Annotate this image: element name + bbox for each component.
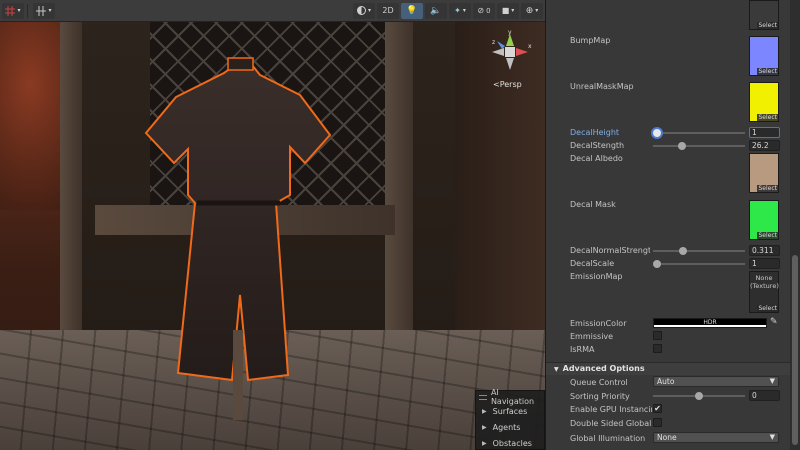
speaker-icon: 🔈 xyxy=(430,5,442,16)
emission-map-label: EmissionMap xyxy=(570,272,623,281)
decal-normal-strength-slider[interactable] xyxy=(653,246,745,256)
eye-slash-icon: ⊘ xyxy=(477,6,485,15)
camera-settings-button[interactable]: ■ ▾ xyxy=(497,2,519,19)
ai-nav-item-label: Surfaces xyxy=(492,406,528,416)
ai-nav-item-obstacles[interactable]: ▶ Obstacles xyxy=(476,435,544,450)
scrollbar-thumb[interactable] xyxy=(792,255,798,445)
mannequin-stand xyxy=(233,330,243,420)
bumpmap-label: BumpMap xyxy=(570,36,611,45)
wood-post-right xyxy=(385,0,413,340)
effects-icon: ✦ xyxy=(454,6,461,15)
select-button[interactable]: Select xyxy=(757,305,778,312)
sorting-priority-label: Sorting Priority xyxy=(570,392,630,401)
select-button[interactable]: Select xyxy=(757,22,778,29)
wood-post-left xyxy=(60,0,82,340)
inspector-scrollbar[interactable] xyxy=(790,0,800,450)
grid-lines-icon xyxy=(36,5,47,16)
decal-normal-strength-field[interactable]: 0.311 xyxy=(749,245,780,256)
unreal-mask-map-texture-slot[interactable]: Select xyxy=(749,82,779,122)
emission-color-label: EmissionColor xyxy=(570,319,627,328)
decal-albedo-texture-slot[interactable]: Select xyxy=(749,153,779,193)
grid-snap-button[interactable]: ▾ xyxy=(2,2,24,19)
gizmo-globe-icon: ⊕ xyxy=(525,5,534,16)
scene-view[interactable]: y x z <Persp ▾ ▾ ▾ 2D 💡 🔈 ✦ ▾ ⊘ 0 ■ ▾ ⊕ … xyxy=(0,0,545,450)
drag-handle-icon[interactable] xyxy=(479,394,487,400)
is-rma-label: IsRMA xyxy=(570,345,595,354)
scene-toolbar: ▾ ▾ ▾ 2D 💡 🔈 ✦ ▾ ⊘ 0 ■ ▾ ⊕ ▾ xyxy=(0,0,545,22)
queue-control-label: Queue Control xyxy=(570,378,628,387)
decal-strength-slider[interactable] xyxy=(653,141,745,151)
persp-toggle[interactable]: <Persp xyxy=(493,80,522,89)
scene-visibility-button[interactable]: ⊘ 0 xyxy=(473,2,495,19)
global-illumination-value: None xyxy=(657,433,677,442)
emission-map-slot-none: None xyxy=(755,274,773,282)
camera-icon: ■ xyxy=(501,6,510,15)
decal-strength-label: DecalStength xyxy=(570,141,625,150)
gizmo-y-label: y xyxy=(508,29,512,36)
advanced-options-header[interactable]: ▼ Advanced Options xyxy=(546,362,791,375)
select-button[interactable]: Select xyxy=(757,232,778,239)
queue-control-dropdown[interactable]: Auto ▼ xyxy=(653,376,779,387)
gizmo-z-label: z xyxy=(492,39,495,46)
decal-strength-field[interactable]: 26.2 xyxy=(749,140,780,151)
unreal-mask-map-label: UnrealMaskMap xyxy=(570,82,634,91)
advanced-options-title: Advanced Options xyxy=(562,364,645,373)
caret-down-icon: ▼ xyxy=(769,433,775,441)
caret-down-icon: ▼ xyxy=(769,377,775,385)
gizmo-x-label: x xyxy=(528,43,532,50)
queue-control-value: Auto xyxy=(657,377,675,386)
inspector-panel: Select BumpMap Select UnrealMaskMap Sele… xyxy=(545,0,800,450)
mode-2d-button[interactable]: 2D xyxy=(377,2,399,19)
decal-height-field[interactable]: 1 xyxy=(749,127,780,138)
double-sided-gi-label: Double Sided Global Il xyxy=(570,419,652,428)
effects-button[interactable]: ✦ ▾ xyxy=(449,2,471,19)
bumpmap-texture-slot[interactable]: Select xyxy=(749,36,779,76)
emmissive-checkbox[interactable] xyxy=(653,331,662,340)
expand-triangle-icon: ▼ xyxy=(554,366,559,373)
decal-albedo-label: Decal Albedo xyxy=(570,154,623,163)
expand-arrow-icon: ▶ xyxy=(482,439,487,447)
decal-mask-texture-slot[interactable]: Select xyxy=(749,200,779,240)
is-rma-checkbox[interactable] xyxy=(653,344,662,353)
emmissive-label: Emmissive xyxy=(570,332,614,341)
sorting-priority-slider[interactable] xyxy=(653,391,745,401)
orientation-gizmo[interactable]: y x z xyxy=(486,28,534,76)
emission-map-slot-texture: (Texture) xyxy=(750,282,779,290)
lightbulb-icon: 💡 xyxy=(406,5,418,16)
global-illumination-dropdown[interactable]: None ▼ xyxy=(653,432,779,443)
draw-mode-button[interactable]: ▾ xyxy=(353,2,375,19)
decal-height-label: DecalHeight xyxy=(570,128,620,137)
decal-height-slider[interactable] xyxy=(653,128,745,138)
select-button[interactable]: Select xyxy=(757,114,778,121)
grid-toggle-button[interactable]: ▾ xyxy=(33,2,55,19)
select-button[interactable]: Select xyxy=(757,68,778,75)
texture-slot-top[interactable]: Select xyxy=(749,0,779,30)
gpu-instancing-checkbox[interactable]: ✔ xyxy=(653,404,662,413)
sorting-priority-field[interactable]: 0 xyxy=(749,390,780,401)
eyedropper-icon[interactable]: ✎ xyxy=(770,317,778,327)
ai-nav-item-agents[interactable]: ▶ Agents xyxy=(476,419,544,435)
select-button[interactable]: Select xyxy=(757,185,778,192)
emission-map-texture-slot[interactable]: None (Texture) Select xyxy=(749,271,779,313)
ai-nav-item-label: Agents xyxy=(492,422,521,432)
audio-toggle-button[interactable]: 🔈 xyxy=(425,2,447,19)
gpu-instancing-label: Enable GPU Instancing xyxy=(570,405,652,414)
ai-nav-item-label: Obstacles xyxy=(492,438,532,448)
decal-scale-slider[interactable] xyxy=(653,259,745,269)
double-sided-gi-checkbox[interactable] xyxy=(653,418,662,427)
global-illumination-label: Global Illumination xyxy=(570,434,646,443)
expand-arrow-icon: ▶ xyxy=(482,407,487,415)
decal-scale-field[interactable]: 1 xyxy=(749,258,780,269)
shaded-sphere-icon xyxy=(356,6,366,15)
ai-navigation-title: AI Navigation xyxy=(490,388,535,406)
ai-navigation-overlay: AI Navigation ▶ Surfaces ▶ Agents ▶ Obstacl… xyxy=(475,388,545,450)
decal-normal-strength-label: DecalNormalStrengtl xyxy=(570,246,650,255)
decal-scale-label: DecalScale xyxy=(570,259,615,268)
gizmos-button[interactable]: ⊕ ▾ xyxy=(521,2,543,19)
emission-color-field[interactable]: HDR xyxy=(653,318,767,328)
grid-icon xyxy=(5,5,16,16)
expand-arrow-icon: ▶ xyxy=(482,423,487,431)
lighting-toggle-button[interactable]: 💡 xyxy=(401,2,423,19)
decal-mask-label: Decal Mask xyxy=(570,200,616,209)
